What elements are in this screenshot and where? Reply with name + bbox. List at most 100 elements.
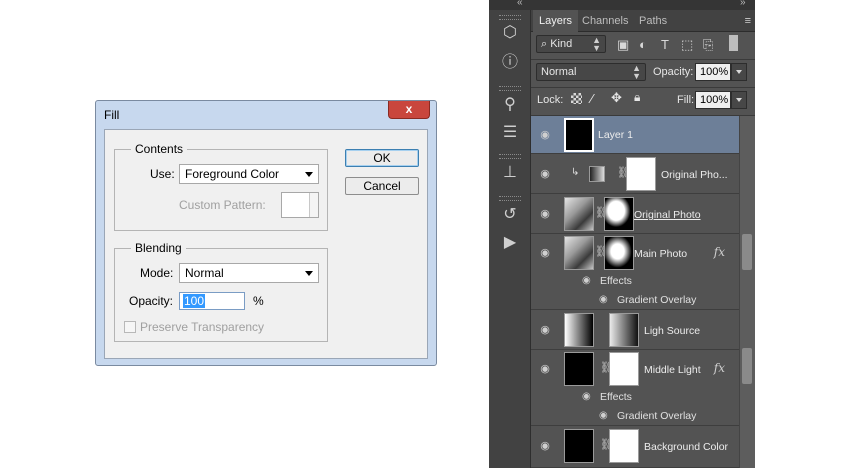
eye-icon[interactable]: ◉: [582, 391, 591, 402]
adjustment-filter-icon[interactable]: ◐: [639, 37, 647, 52]
preserve-transparency-checkbox[interactable]: [124, 321, 136, 333]
layer-name[interactable]: Original Photo: [634, 209, 701, 221]
panel-tabs: Layers Channels Paths ≡: [531, 10, 755, 32]
layer-row[interactable]: ◉ ↳ ⛓ Original Pho...: [531, 154, 739, 194]
effect-name[interactable]: Gradient Overlay: [617, 410, 696, 422]
smart-object-filter-icon[interactable]: ⎘: [703, 37, 713, 53]
layer-name[interactable]: Background Color: [644, 441, 728, 453]
layer-name[interactable]: Main Photo: [634, 248, 687, 260]
chevron-down-icon: [305, 271, 313, 276]
layer-row[interactable]: ◉ Ligh Source: [531, 310, 739, 350]
eye-icon[interactable]: ◉: [538, 169, 552, 180]
grip-icon: [499, 154, 521, 159]
blending-group-label: Blending: [131, 241, 186, 255]
grip-icon: [499, 86, 521, 91]
clone-source-icon[interactable]: ⊥: [498, 162, 522, 184]
shape-filter-icon[interactable]: ⬚: [681, 37, 693, 53]
layer-row[interactable]: ◉ ⛓ Original Photo: [531, 194, 739, 234]
layer-mask-thumbnail: [609, 313, 639, 347]
layer-name[interactable]: Ligh Source: [644, 325, 700, 337]
brush-presets-icon[interactable]: ⚲: [498, 94, 522, 116]
eye-icon[interactable]: ◉: [538, 130, 552, 141]
filter-kind-select[interactable]: ⌕ Kind ▲ ▼: [536, 35, 606, 53]
tab-layers[interactable]: Layers: [533, 10, 579, 32]
grip-icon: [499, 196, 521, 201]
play-actions-icon[interactable]: ▶: [498, 232, 522, 254]
effects-label[interactable]: Effects: [600, 391, 632, 403]
fx-icon[interactable]: fx: [714, 245, 725, 259]
grip-icon: [499, 15, 521, 20]
blending-group: Blending Mode: Normal Opacity: 100 % Pre…: [114, 241, 328, 342]
panel-menu-icon[interactable]: ≡: [745, 15, 751, 27]
layer-thumbnail: [564, 197, 594, 231]
layer-thumbnail: [564, 118, 594, 152]
type-filter-icon[interactable]: T: [661, 37, 669, 52]
preserve-transparency-label[interactable]: Preserve Transparency: [140, 320, 264, 334]
dialog-title: Fill: [104, 108, 120, 122]
padlock-icon[interactable]: 🔒︎: [634, 90, 640, 105]
opacity-label: Opacity:: [129, 294, 174, 308]
fill-dropdown[interactable]: [731, 91, 747, 109]
brush-settings-icon[interactable]: ☰: [498, 122, 522, 144]
info-icon[interactable]: ⓘ: [498, 52, 522, 74]
brush-icon[interactable]: ⁄: [591, 91, 593, 106]
eye-icon[interactable]: ◉: [538, 248, 552, 259]
layers-scrollbar[interactable]: [739, 116, 755, 468]
filter-toggle-icon[interactable]: [729, 35, 738, 51]
adjustment-thumbnail: [589, 166, 605, 182]
blend-mode-value: Normal: [541, 66, 577, 78]
eye-icon[interactable]: ◉: [538, 209, 552, 220]
layer-thumbnail: [564, 313, 594, 347]
layer-row[interactable]: ◉ Layer 1: [531, 116, 739, 154]
opacity-label: Opacity:: [653, 66, 694, 78]
effect-name[interactable]: Gradient Overlay: [617, 294, 696, 306]
scrollbar-thumb[interactable]: [742, 348, 752, 384]
tab-channels[interactable]: Channels: [576, 10, 634, 32]
photoshop-panel-area: « » ⬡ ⓘ ⚲ ☰ ⊥ ↺ ▶ Layers Channels Paths …: [489, 0, 755, 468]
layer-opacity-input[interactable]: 100%: [695, 63, 731, 81]
eye-icon[interactable]: ◉: [599, 294, 608, 305]
eye-icon[interactable]: ◉: [599, 410, 608, 421]
fill-input[interactable]: 100%: [695, 91, 731, 109]
history-icon[interactable]: ↺: [498, 204, 522, 226]
collapse-left-icon[interactable]: «: [517, 0, 523, 8]
pixel-filter-icon[interactable]: ▣: [617, 37, 629, 53]
move-icon[interactable]: ✥: [611, 90, 622, 106]
mode-label: Mode:: [140, 266, 174, 280]
3d-cube-icon[interactable]: ⬡: [498, 22, 522, 44]
eye-icon[interactable]: ◉: [538, 364, 552, 375]
fx-icon[interactable]: fx: [714, 361, 725, 375]
eye-icon[interactable]: ◉: [538, 441, 552, 452]
tab-paths[interactable]: Paths: [633, 10, 673, 32]
use-select[interactable]: Foreground Color: [179, 164, 319, 184]
contents-group-label: Contents: [131, 142, 188, 156]
scrollbar-thumb[interactable]: [742, 234, 752, 270]
eye-icon[interactable]: ◉: [538, 325, 552, 336]
layer-opacity-dropdown[interactable]: [731, 63, 747, 81]
layer-row[interactable]: ◉ ⛓ Background Color: [531, 426, 739, 468]
custom-pattern-swatch[interactable]: [281, 192, 319, 218]
layer-mask-thumbnail: [609, 352, 639, 386]
blend-mode-select[interactable]: Normal ▲ ▼: [536, 63, 646, 81]
close-button[interactable]: x: [388, 101, 430, 119]
layer-name[interactable]: Middle Light: [644, 364, 701, 376]
checkerboard-icon[interactable]: [571, 93, 582, 104]
effects-label[interactable]: Effects: [600, 275, 632, 287]
opacity-unit: %: [253, 294, 264, 308]
layer-mask-thumbnail: [626, 157, 656, 191]
layer-row[interactable]: ◉ ⛓ Middle Light fx ◉ Effects ◉ Gradient…: [531, 350, 739, 426]
panel-dock-strip: ⬡ ⓘ ⚲ ☰ ⊥ ↺ ▶: [489, 10, 531, 468]
layer-row[interactable]: ◉ ⛓ Main Photo fx ◉ Effects ◉ Gradient O…: [531, 234, 739, 310]
eye-icon[interactable]: ◉: [582, 275, 591, 286]
mode-select[interactable]: Normal: [179, 263, 319, 283]
opacity-input[interactable]: 100: [179, 292, 245, 310]
layer-name[interactable]: Original Pho...: [661, 169, 728, 181]
panel-topbar: « »: [489, 0, 755, 10]
layer-name[interactable]: Layer 1: [598, 129, 633, 141]
layer-thumbnail: [564, 429, 594, 463]
ok-button[interactable]: OK: [345, 149, 419, 167]
cancel-button[interactable]: Cancel: [345, 177, 419, 195]
clipping-arrow-icon: ↳: [571, 167, 580, 178]
chevron-down-icon: [309, 193, 318, 217]
collapse-right-icon[interactable]: »: [740, 0, 746, 8]
